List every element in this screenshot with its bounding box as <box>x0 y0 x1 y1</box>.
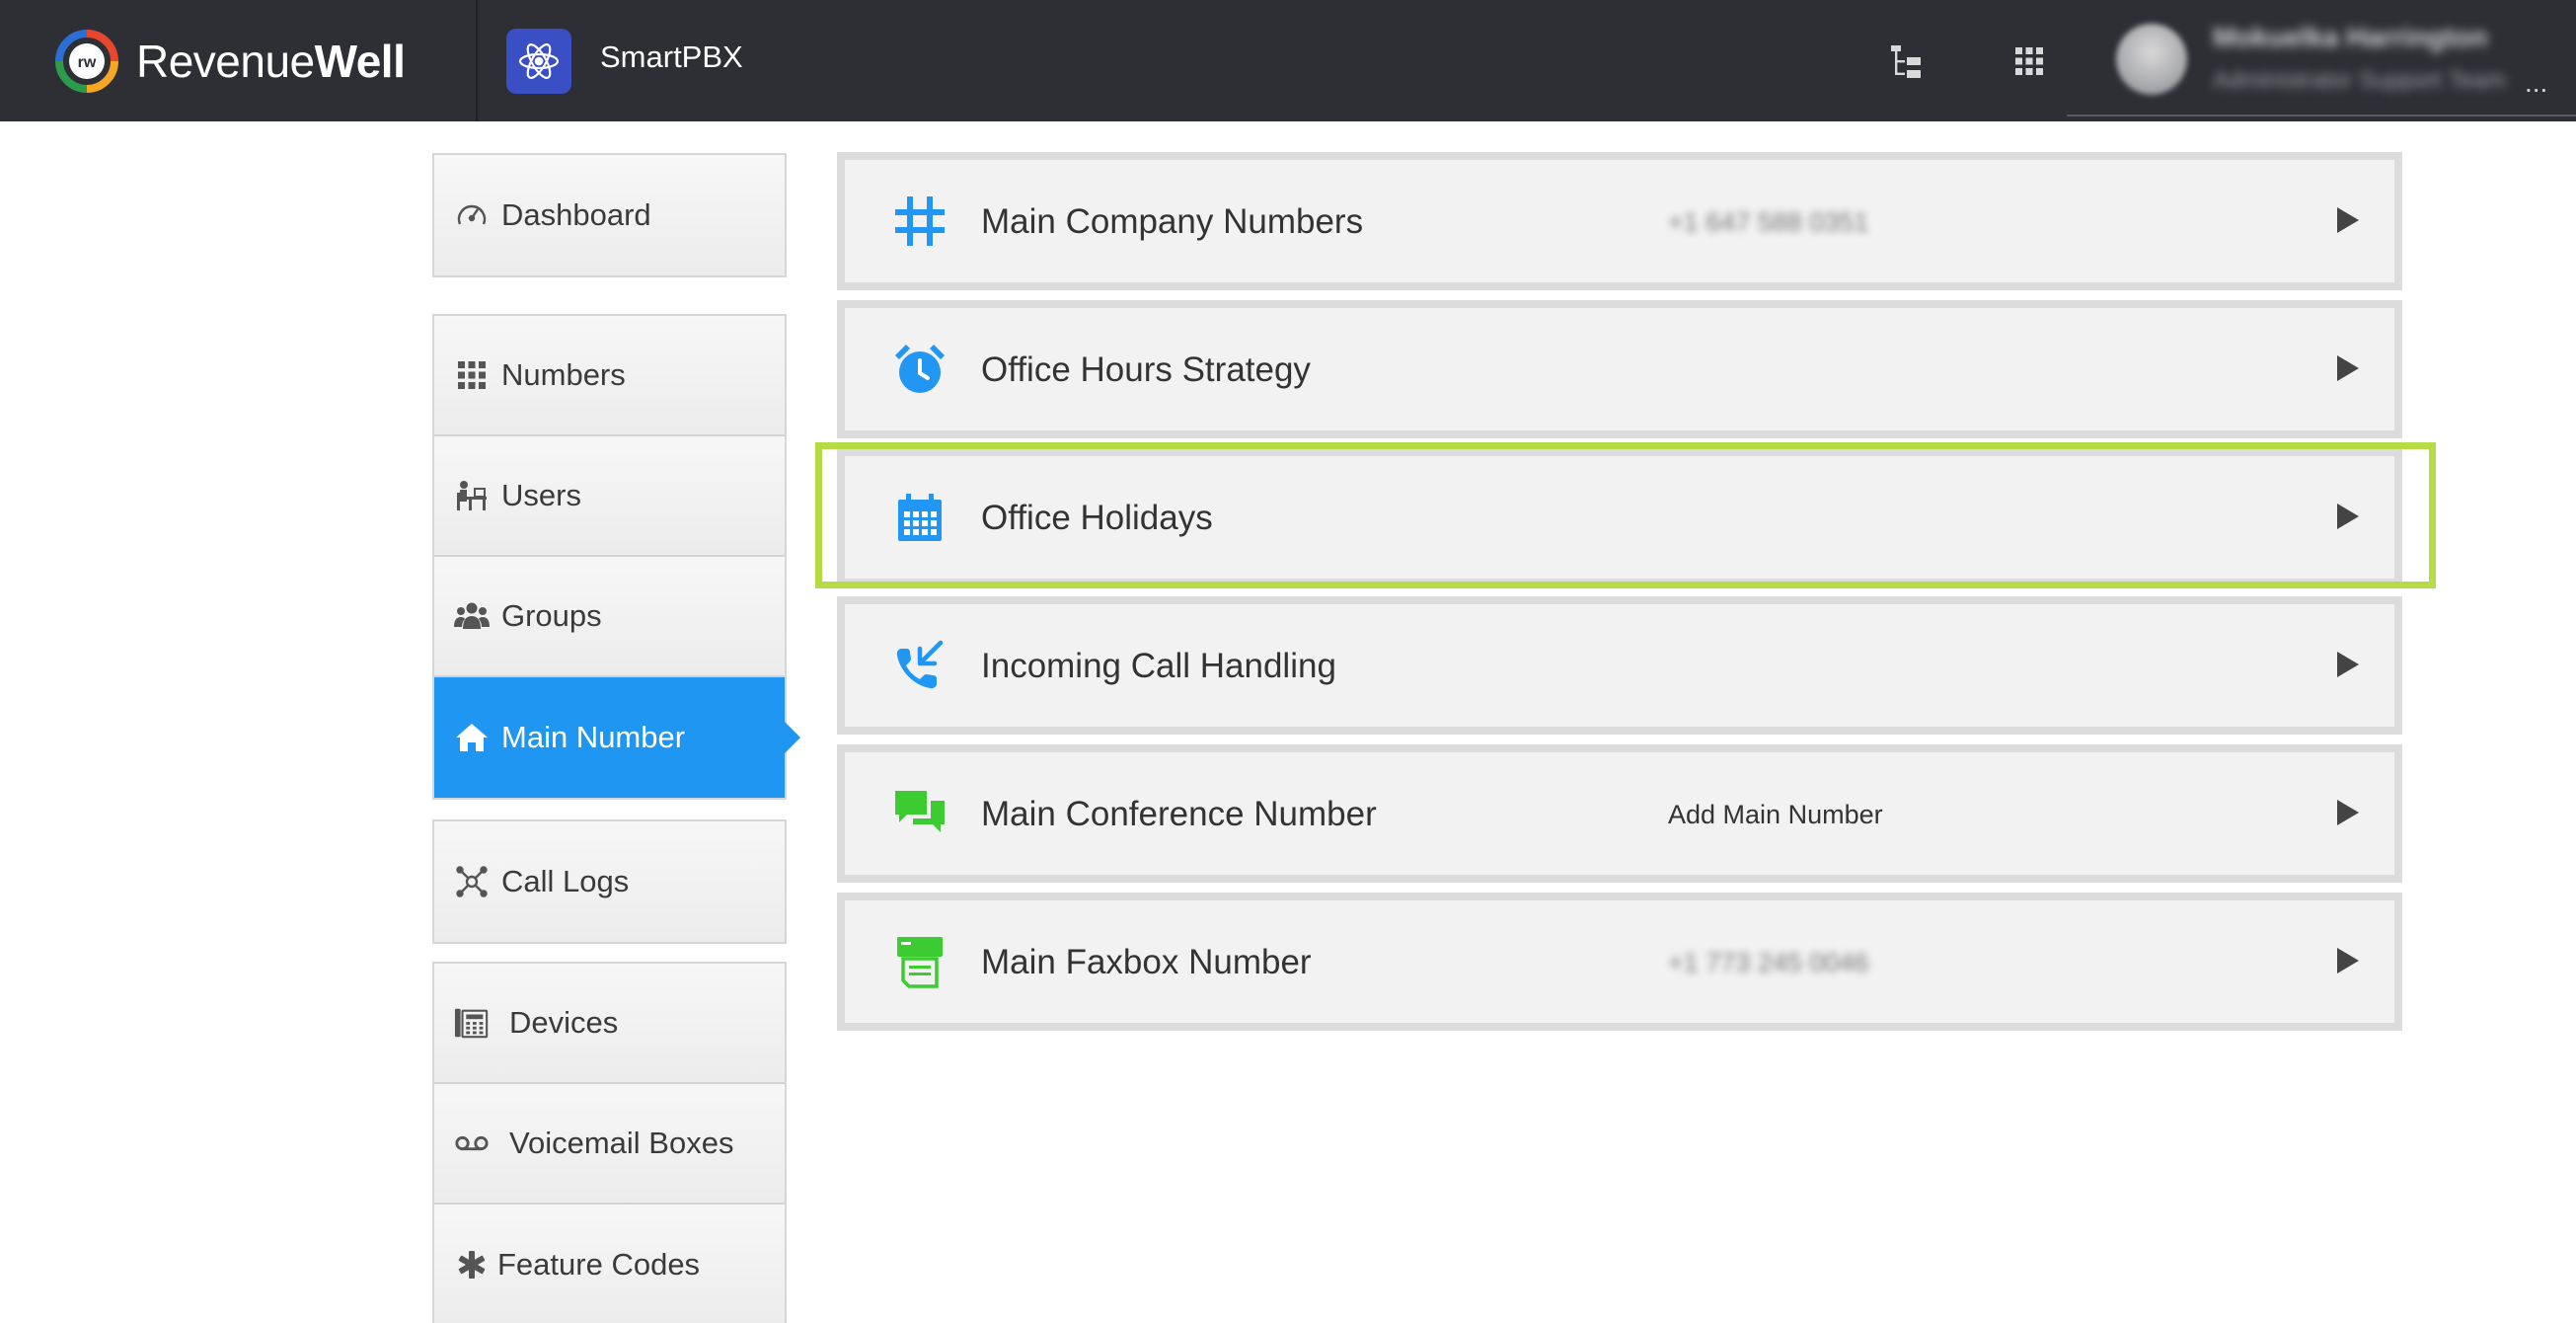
add-main-number-link[interactable]: Add Main Number <box>1668 800 1883 830</box>
sidebar-item-numbers[interactable]: Numbers <box>434 316 785 436</box>
hierarchy-icon[interactable] <box>1885 39 1929 83</box>
sidebar-item-label: Groups <box>501 598 602 633</box>
nav-group-call-logs: Call Logs <box>432 819 787 944</box>
card-title: Incoming Call Handling <box>981 647 1336 685</box>
brand-name: RevenueWell <box>136 35 406 88</box>
svg-text:rw: rw <box>78 54 97 71</box>
expand-arrow-icon[interactable] <box>2337 652 2359 677</box>
group-icon <box>454 598 490 634</box>
sidebar-item-main-number[interactable]: Main Number <box>434 677 800 798</box>
sidebar-item-label: Users <box>501 478 581 512</box>
sidebar-item-devices[interactable]: Devices <box>434 964 785 1084</box>
user-role: Administrator Support Team <box>2213 67 2507 94</box>
app-name[interactable]: SmartPBX <box>600 39 743 75</box>
card-title: Office Holidays <box>981 499 1213 537</box>
sidebar-item-call-logs[interactable]: Call Logs <box>434 821 785 942</box>
card-value: +1 647 588 0351 <box>1668 207 1869 237</box>
user-menu[interactable]: Mokuelka Harrington Administrator Suppor… <box>2067 0 2576 117</box>
card-title: Main Conference Number <box>981 795 1377 833</box>
sidebar-item-label: Voicemail Boxes <box>509 1126 734 1160</box>
sidebar-item-groups[interactable]: Groups <box>434 557 785 677</box>
brand-name-part2: Well <box>314 36 406 87</box>
user-name: Mokuelka Harrington <box>2213 22 2488 52</box>
card-value: +1 773 245 0046 <box>1668 948 1869 977</box>
avatar <box>2116 24 2187 95</box>
brand-logo[interactable]: rw RevenueWell <box>55 26 406 97</box>
devices-icon <box>454 1005 490 1041</box>
grid-icon <box>454 357 490 393</box>
voicemail-icon <box>454 1126 490 1161</box>
expand-arrow-icon[interactable] <box>2337 800 2359 825</box>
expand-arrow-icon[interactable] <box>2337 504 2359 529</box>
sidebar-item-label: Feature Codes <box>497 1247 701 1282</box>
nav-group-main: Numbers Users Groups Main Number <box>432 314 800 800</box>
sidebar-item-label: Numbers <box>501 357 626 392</box>
expand-arrow-icon[interactable] <box>2337 355 2359 381</box>
nav-group-devices: Devices Voicemail Boxes Feature Codes <box>432 962 787 1323</box>
fax-icon <box>890 932 949 991</box>
incoming-call-icon <box>890 636 949 695</box>
chat-icon <box>890 784 949 843</box>
speedometer-icon <box>454 197 490 233</box>
sidebar-item-label: Dashboard <box>501 197 651 232</box>
top-bar: rw RevenueWell SmartPBX Mokuelka Harring… <box>0 0 2576 121</box>
card-title: Office Hours Strategy <box>981 350 1311 389</box>
nav-group-dashboard: Dashboard <box>432 153 787 277</box>
alarm-clock-icon <box>890 340 949 399</box>
sidebar-item-dashboard[interactable]: Dashboard <box>434 155 785 275</box>
app-launcher-icon[interactable] <box>2008 39 2051 83</box>
sidebar-item-label: Devices <box>509 1005 619 1040</box>
user-menu-more[interactable]: ... <box>2525 67 2547 99</box>
main-faxbox-number-card[interactable]: Main Faxbox Number +1 773 245 0046 <box>837 893 2402 1031</box>
sidebar-item-voicemail-boxes[interactable]: Voicemail Boxes <box>434 1084 785 1205</box>
smartpbx-atom-icon[interactable] <box>506 29 571 94</box>
office-hours-strategy-card[interactable]: Office Hours Strategy <box>837 300 2402 438</box>
home-icon <box>454 720 490 755</box>
card-title: Main Company Numbers <box>981 202 1364 241</box>
call-logs-icon <box>454 864 490 899</box>
expand-arrow-icon[interactable] <box>2337 948 2359 973</box>
sidebar-item-users[interactable]: Users <box>434 436 785 557</box>
hash-icon <box>890 192 949 251</box>
asterisk-icon <box>454 1247 490 1283</box>
sidebar-item-label: Main Number <box>501 720 686 754</box>
brand-name-part1: Revenue <box>136 36 315 87</box>
user-desk-icon <box>454 478 490 513</box>
topbar-divider <box>476 0 478 121</box>
office-holidays-card[interactable]: Office Holidays <box>837 448 2402 586</box>
sidebar-item-feature-codes[interactable]: Feature Codes <box>434 1205 785 1323</box>
incoming-call-handling-card[interactable]: Incoming Call Handling <box>837 596 2402 735</box>
expand-arrow-icon[interactable] <box>2337 207 2359 233</box>
main-company-numbers-card[interactable]: Main Company Numbers +1 647 588 0351 <box>837 152 2402 290</box>
card-title: Main Faxbox Number <box>981 943 1312 981</box>
revenuewell-logo-icon: rw <box>55 30 118 93</box>
sidebar-item-label: Call Logs <box>501 864 630 898</box>
main-conference-number-card[interactable]: Main Conference Number Add Main Number <box>837 744 2402 883</box>
calendar-icon <box>890 488 949 547</box>
